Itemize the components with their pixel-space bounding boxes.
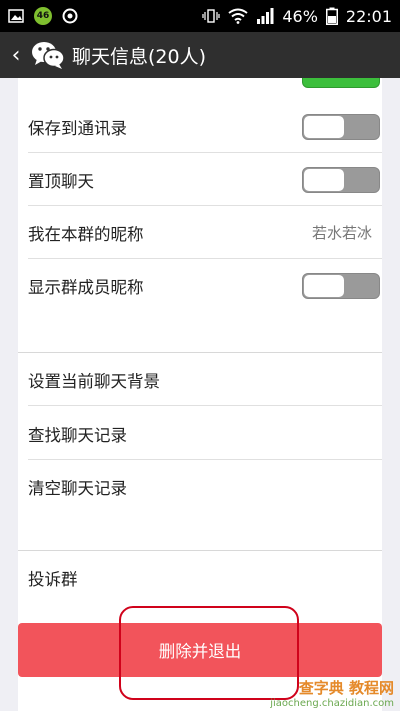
settings-row-show-member-nicknames[interactable]: 显示群成员昵称 [18, 259, 382, 312]
settings-row-pin-chat[interactable]: 置顶聊天 [18, 153, 382, 206]
battery-percent: 46% [282, 6, 318, 26]
settings-group-2: 设置当前聊天背景 查找聊天记录 清空聊天记录 [18, 352, 382, 550]
watermark-url: jiaocheng.chazidian.com [270, 698, 394, 709]
watermark: 查字典 教程网 jiaocheng.chazidian.com [270, 677, 394, 709]
toggle-switch-on[interactable] [302, 78, 380, 88]
toggle-knob [304, 168, 344, 191]
delete-and-exit-button[interactable]: 删除并退出 [18, 623, 382, 677]
settings-row-chat-background[interactable]: 设置当前聊天背景 [18, 353, 382, 406]
wifi-icon [228, 8, 248, 24]
status-bar: 46 46% 22:01 [0, 0, 400, 32]
page-title: 聊天信息(20人) [72, 45, 207, 68]
settings-row-search-history[interactable]: 查找聊天记录 [18, 407, 382, 460]
network-badge: 46 [34, 7, 52, 25]
toggle-save-to-contacts[interactable] [302, 113, 380, 140]
record-icon [62, 8, 78, 24]
row-label: 显示群成员昵称 [28, 277, 144, 297]
clock: 22:01 [345, 6, 392, 26]
row-label: 投诉群 [28, 569, 78, 589]
toggle-pin-chat[interactable] [302, 166, 380, 193]
settings-group-1: 保存到通讯录 置顶聊天 我在本群的昵称 若水若冰 显示群成员昵称 [18, 78, 382, 352]
toggle-knob [304, 115, 344, 138]
row-label: 清空聊天记录 [28, 478, 127, 498]
signal-icon [256, 8, 274, 24]
toggle-knob [304, 274, 344, 297]
wechat-logo-icon [28, 32, 68, 78]
toggle-show-member-nicknames[interactable] [302, 272, 380, 299]
divider [28, 405, 382, 406]
row-label: 置顶聊天 [28, 171, 94, 191]
settings-row-clear-history[interactable]: 清空聊天记录 [18, 460, 382, 513]
settings-row-my-nickname[interactable]: 我在本群的昵称 若水若冰 [18, 206, 382, 259]
settings-row-save-to-contacts[interactable]: 保存到通讯录 [18, 100, 382, 153]
vibrate-icon [202, 9, 220, 23]
watermark-title: 查字典 教程网 [298, 679, 394, 697]
nickname-value: 若水若冰 [311, 224, 372, 242]
delete-and-exit-label: 删除并退出 [158, 642, 242, 661]
title-bar: ‹ 聊天信息(20人) [0, 32, 400, 78]
row-label: 查找聊天记录 [28, 425, 127, 445]
row-label: 保存到通讯录 [28, 118, 127, 138]
row-label: 我在本群的昵称 [28, 224, 144, 244]
image-icon [8, 9, 24, 23]
row-label: 设置当前聊天背景 [28, 371, 160, 391]
settings-list: 保存到通讯录 置顶聊天 我在本群的昵称 若水若冰 显示群成员昵称 设置当前聊天背… [0, 78, 400, 711]
back-button[interactable]: ‹ [4, 32, 28, 78]
settings-row-report-group[interactable]: 投诉群 [18, 551, 382, 604]
battery-icon [325, 7, 338, 25]
back-chevron-icon: ‹ [11, 42, 21, 68]
